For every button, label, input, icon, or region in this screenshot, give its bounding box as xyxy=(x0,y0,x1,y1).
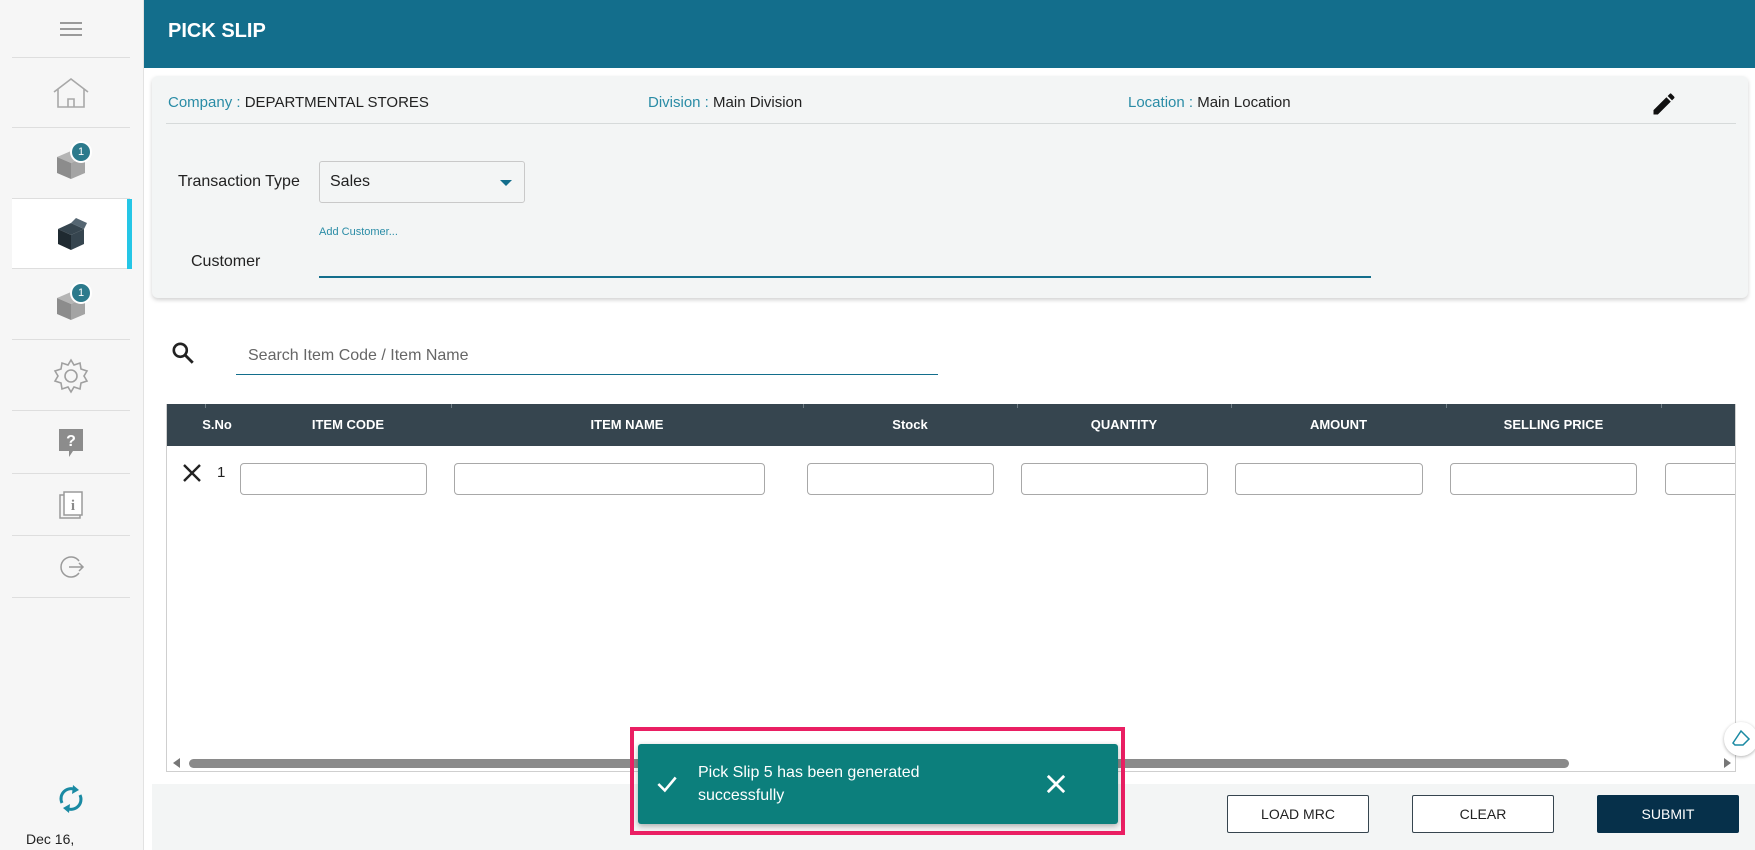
transaction-type-value: Sales xyxy=(330,173,371,190)
company-value: DEPARTMENTAL STORES xyxy=(244,94,429,111)
column-header-selling-price: SELLING PRICE xyxy=(1503,417,1604,432)
division-value: Main Division xyxy=(713,94,803,111)
header-divider xyxy=(1661,404,1662,408)
sidebar-item-logout[interactable] xyxy=(12,536,130,598)
sync-icon xyxy=(59,785,83,813)
customer-hint: Add Customer... xyxy=(319,226,398,238)
sidebar-date: Dec 16, xyxy=(26,831,75,847)
context-card: Company : DEPARTMENTAL STORES Division :… xyxy=(152,76,1748,298)
column-header-item-name: ITEM NAME xyxy=(590,417,664,432)
sidebar-item-settings[interactable] xyxy=(12,341,130,411)
outbound-badge: 1 xyxy=(70,282,92,304)
company-info: Company : DEPARTMENTAL STORES xyxy=(168,94,429,111)
hamburger-icon xyxy=(60,21,82,36)
edit-icon[interactable] xyxy=(1650,90,1678,118)
side-tool-button[interactable] xyxy=(1724,722,1755,756)
table-header: S.No ITEM CODE ITEM NAME Stock QUANTITY … xyxy=(167,404,1735,446)
sidebar: 1 1 ? i Dec 16, xyxy=(0,0,144,850)
company-label: Company : xyxy=(168,94,241,111)
amount-input[interactable] xyxy=(1235,463,1423,495)
load-mrc-button[interactable]: LOAD MRC xyxy=(1227,795,1369,833)
submit-button[interactable]: SUBMIT xyxy=(1597,795,1739,833)
item-code-input[interactable] xyxy=(240,463,427,495)
division-info: Division : Main Division xyxy=(648,94,802,111)
scroll-right-icon[interactable] xyxy=(1724,758,1731,768)
eraser-icon xyxy=(1732,729,1751,746)
home-icon xyxy=(53,77,89,108)
logout-icon xyxy=(60,555,85,578)
row-number: 1 xyxy=(217,464,226,481)
transaction-type-select[interactable]: Sales xyxy=(319,161,525,203)
clear-button[interactable]: CLEAR xyxy=(1412,795,1554,833)
location-info: Location : Main Location xyxy=(1128,94,1291,111)
column-header-item-code: ITEM CODE xyxy=(311,417,385,432)
sidebar-item-help[interactable]: ? xyxy=(12,412,130,474)
scroll-left-icon[interactable] xyxy=(173,758,180,768)
customer-field[interactable]: Add Customer... xyxy=(319,226,1371,278)
item-name-input[interactable] xyxy=(454,463,765,495)
search-input[interactable] xyxy=(236,337,938,375)
sync-button[interactable] xyxy=(52,780,90,818)
chevron-down-icon xyxy=(500,180,512,186)
sidebar-item-pick-slip[interactable] xyxy=(12,199,132,269)
transaction-type-label: Transaction Type xyxy=(178,173,300,190)
open-box-icon xyxy=(58,217,87,250)
remove-row-icon[interactable] xyxy=(181,462,203,484)
selling-price-input[interactable] xyxy=(1450,463,1637,495)
quantity-input[interactable] xyxy=(1021,463,1208,495)
menu-button[interactable] xyxy=(12,0,130,58)
sidebar-item-info[interactable]: i xyxy=(12,474,130,536)
page-title: PICK SLIP xyxy=(168,20,266,42)
info-icon: i xyxy=(59,490,83,519)
sidebar-item-inbound[interactable]: 1 xyxy=(12,129,130,199)
context-row: Company : DEPARTMENTAL STORES Division :… xyxy=(166,76,1736,124)
extra-column-input[interactable] xyxy=(1665,463,1735,495)
items-table: S.No ITEM CODE ITEM NAME Stock QUANTITY … xyxy=(166,404,1736,772)
success-toast: Pick Slip 5 has been generated successfu… xyxy=(638,744,1118,824)
stock-input[interactable] xyxy=(807,463,994,495)
toast-message: Pick Slip 5 has been generated successfu… xyxy=(698,764,920,804)
gear-icon xyxy=(53,357,89,394)
svg-text:i: i xyxy=(71,498,75,514)
location-value: Main Location xyxy=(1197,94,1291,111)
customer-label: Customer xyxy=(191,253,261,270)
check-icon xyxy=(657,776,677,793)
sidebar-item-outbound[interactable]: 1 xyxy=(12,270,130,340)
svg-text:?: ? xyxy=(66,433,76,450)
column-header-quantity: QUANTITY xyxy=(1090,417,1158,432)
sidebar-item-home[interactable] xyxy=(12,58,130,128)
close-icon[interactable] xyxy=(1042,770,1070,798)
location-label: Location : xyxy=(1128,94,1194,111)
app-header: PICK SLIP xyxy=(144,0,1755,68)
division-label: Division : xyxy=(648,94,709,111)
search-icon xyxy=(172,342,194,364)
column-header-amount: AMOUNT xyxy=(1309,417,1368,432)
column-header-stock: Stock xyxy=(892,417,928,432)
help-icon: ? xyxy=(59,428,83,457)
column-header-sno: S.No xyxy=(202,417,232,432)
inbound-badge: 1 xyxy=(70,141,92,163)
